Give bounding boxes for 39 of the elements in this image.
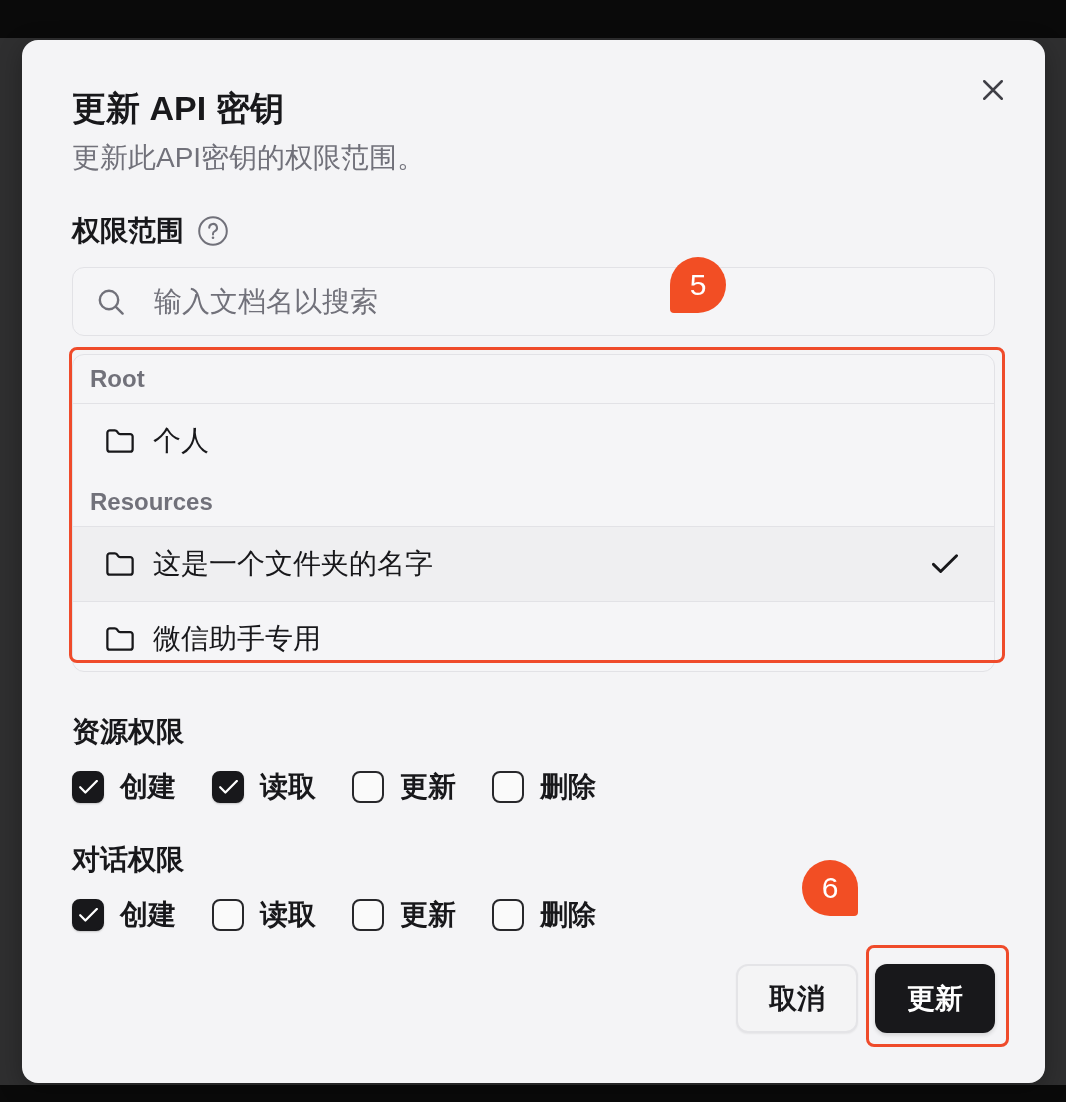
folder-icon bbox=[106, 552, 134, 576]
checkbox[interactable] bbox=[352, 771, 384, 803]
checkbox[interactable] bbox=[212, 899, 244, 931]
section-label: 资源权限 bbox=[72, 715, 185, 749]
checkbox-label: 更新 bbox=[400, 770, 456, 804]
cancel-button[interactable]: 取消 bbox=[736, 964, 858, 1033]
checkmark-icon bbox=[218, 780, 238, 794]
help-icon[interactable] bbox=[198, 216, 228, 246]
checkbox-label: 删除 bbox=[540, 770, 596, 804]
checkbox-label: 创建 bbox=[120, 770, 176, 804]
checkbox[interactable] bbox=[72, 899, 104, 931]
close-icon[interactable] bbox=[983, 80, 1003, 100]
folder-item[interactable]: 这是一个文件夹的名字 bbox=[73, 527, 994, 601]
checkbox[interactable] bbox=[352, 899, 384, 931]
folder-item[interactable]: 个人 bbox=[73, 404, 994, 478]
checkbox-label: 更新 bbox=[400, 898, 456, 932]
group-heading: Root bbox=[73, 355, 994, 404]
checkbox[interactable] bbox=[492, 899, 524, 931]
step-badge: 5 bbox=[670, 257, 726, 313]
checkbox-label: 创建 bbox=[120, 898, 176, 932]
folder-icon bbox=[106, 626, 134, 651]
checkbox-label: 删除 bbox=[540, 898, 596, 932]
check-icon bbox=[932, 554, 958, 574]
step-badge: 6 bbox=[802, 860, 858, 916]
section-label: 权限范围 bbox=[72, 214, 184, 248]
dialog-title: 更新 API 密钥 bbox=[72, 88, 285, 129]
folder-icon bbox=[106, 429, 134, 453]
checkmark-icon bbox=[78, 780, 98, 794]
checkbox[interactable] bbox=[212, 771, 244, 803]
checkmark-icon bbox=[78, 908, 98, 922]
folder-item[interactable]: 微信助手专用 bbox=[73, 601, 994, 671]
search-icon bbox=[98, 289, 124, 315]
update-button[interactable]: 更新 bbox=[875, 964, 995, 1033]
dialog-subtitle: 更新此API密钥的权限范围。 bbox=[72, 141, 427, 175]
checkbox[interactable] bbox=[72, 771, 104, 803]
section-label: 对话权限 bbox=[72, 843, 185, 877]
checkbox-label: 读取 bbox=[260, 770, 316, 804]
checkbox-label: 读取 bbox=[260, 898, 316, 932]
checkbox[interactable] bbox=[492, 771, 524, 803]
